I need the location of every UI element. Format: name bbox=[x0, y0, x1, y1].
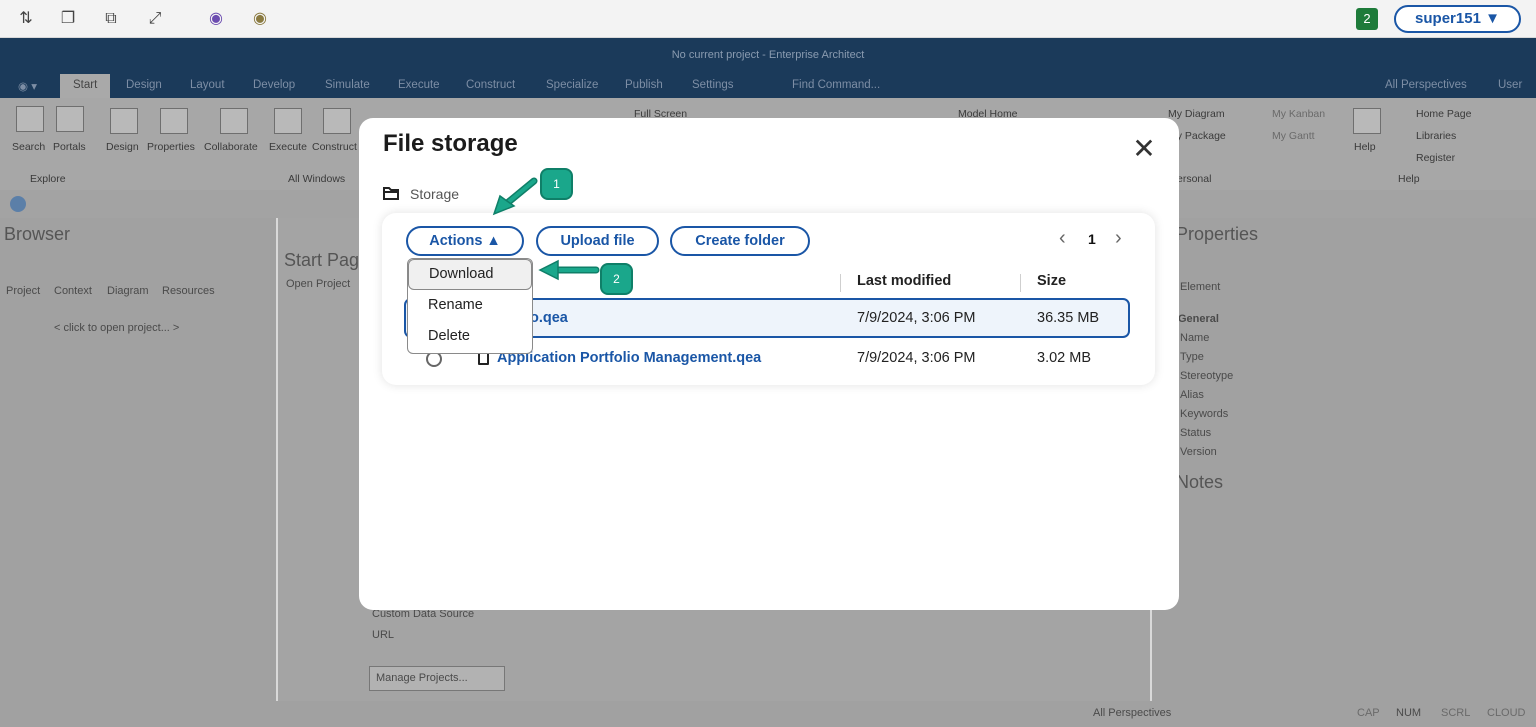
callout-1: 1 bbox=[540, 168, 573, 200]
arrow-two-head bbox=[538, 259, 559, 281]
arrow-one-fill bbox=[504, 179, 536, 206]
callout-2: 2 bbox=[600, 263, 633, 295]
annotation-arrows bbox=[492, 177, 600, 281]
